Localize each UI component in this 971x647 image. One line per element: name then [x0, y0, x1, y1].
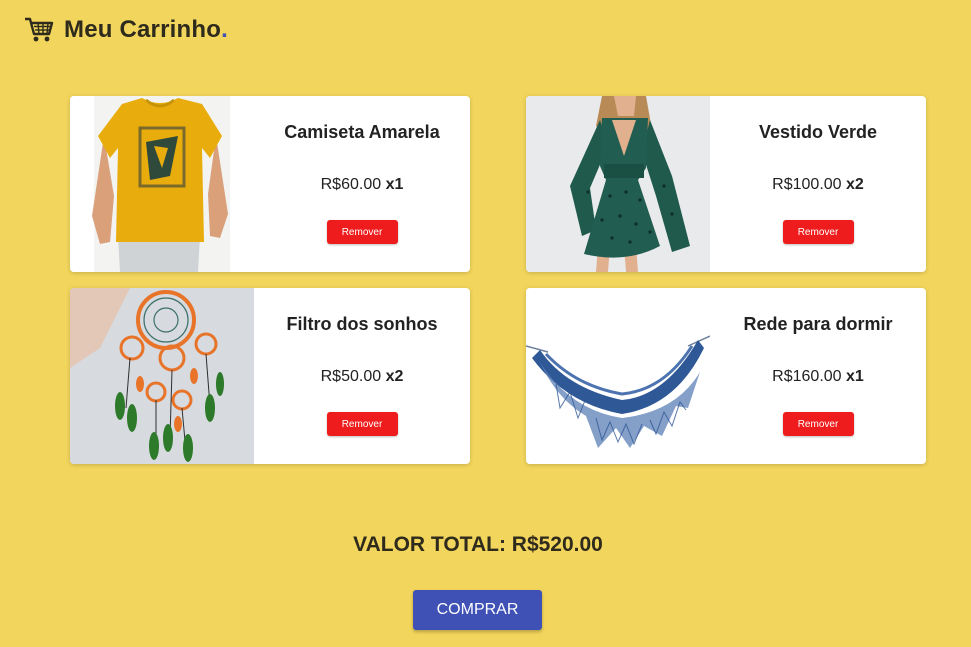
- product-price-line: R$160.00 x1: [772, 368, 864, 386]
- product-name: Rede para dormir: [743, 314, 893, 334]
- remove-button[interactable]: Remover: [782, 412, 854, 436]
- product-price-line: R$100.00 x2: [772, 176, 864, 194]
- product-quantity: x1: [385, 176, 404, 193]
- product-price: R$60.00: [320, 176, 382, 193]
- product-price: R$160.00: [772, 368, 842, 385]
- product-quantity: x2: [846, 176, 864, 193]
- product-quantity: x1: [846, 368, 864, 385]
- page-title: Meu Carrinho.: [64, 16, 228, 43]
- header: Meu Carrinho.: [24, 16, 228, 44]
- product-price-line: R$50.00 x2: [321, 368, 404, 386]
- product-name: Filtro dos sonhos: [286, 314, 438, 334]
- cart-item: Filtro dos sonhos R$50.00 x2 Remover: [70, 288, 470, 464]
- yellow-tshirt-photo: [70, 96, 254, 272]
- remove-button[interactable]: Remover: [782, 220, 854, 244]
- total-value: VALOR TOTAL: R$520.00: [353, 533, 603, 556]
- dreamcatcher-photo: [70, 288, 254, 464]
- cart-item: Vestido Verde R$100.00 x2 Remover: [526, 96, 926, 272]
- shopping-cart-icon: [24, 16, 54, 44]
- remove-button[interactable]: Remover: [326, 220, 398, 244]
- product-name: Vestido Verde: [758, 122, 878, 142]
- cart-items: Camiseta Amarela R$60.00 x1 Remover Vest…: [70, 96, 926, 464]
- product-name: Camiseta Amarela: [284, 122, 440, 142]
- green-dress-photo: [526, 96, 710, 272]
- cart-item: Camiseta Amarela R$60.00 x1 Remover: [70, 96, 470, 272]
- remove-button[interactable]: Remover: [326, 412, 398, 436]
- hammock-photo: [526, 288, 710, 464]
- buy-button[interactable]: COMPRAR: [413, 590, 542, 630]
- product-price-line: R$60.00 x1: [321, 176, 404, 194]
- cart-item: Rede para dormir R$160.00 x1 Remover: [526, 288, 926, 464]
- product-price: R$50.00: [320, 368, 382, 385]
- product-quantity: x2: [385, 368, 404, 385]
- product-price: R$100.00: [772, 176, 842, 193]
